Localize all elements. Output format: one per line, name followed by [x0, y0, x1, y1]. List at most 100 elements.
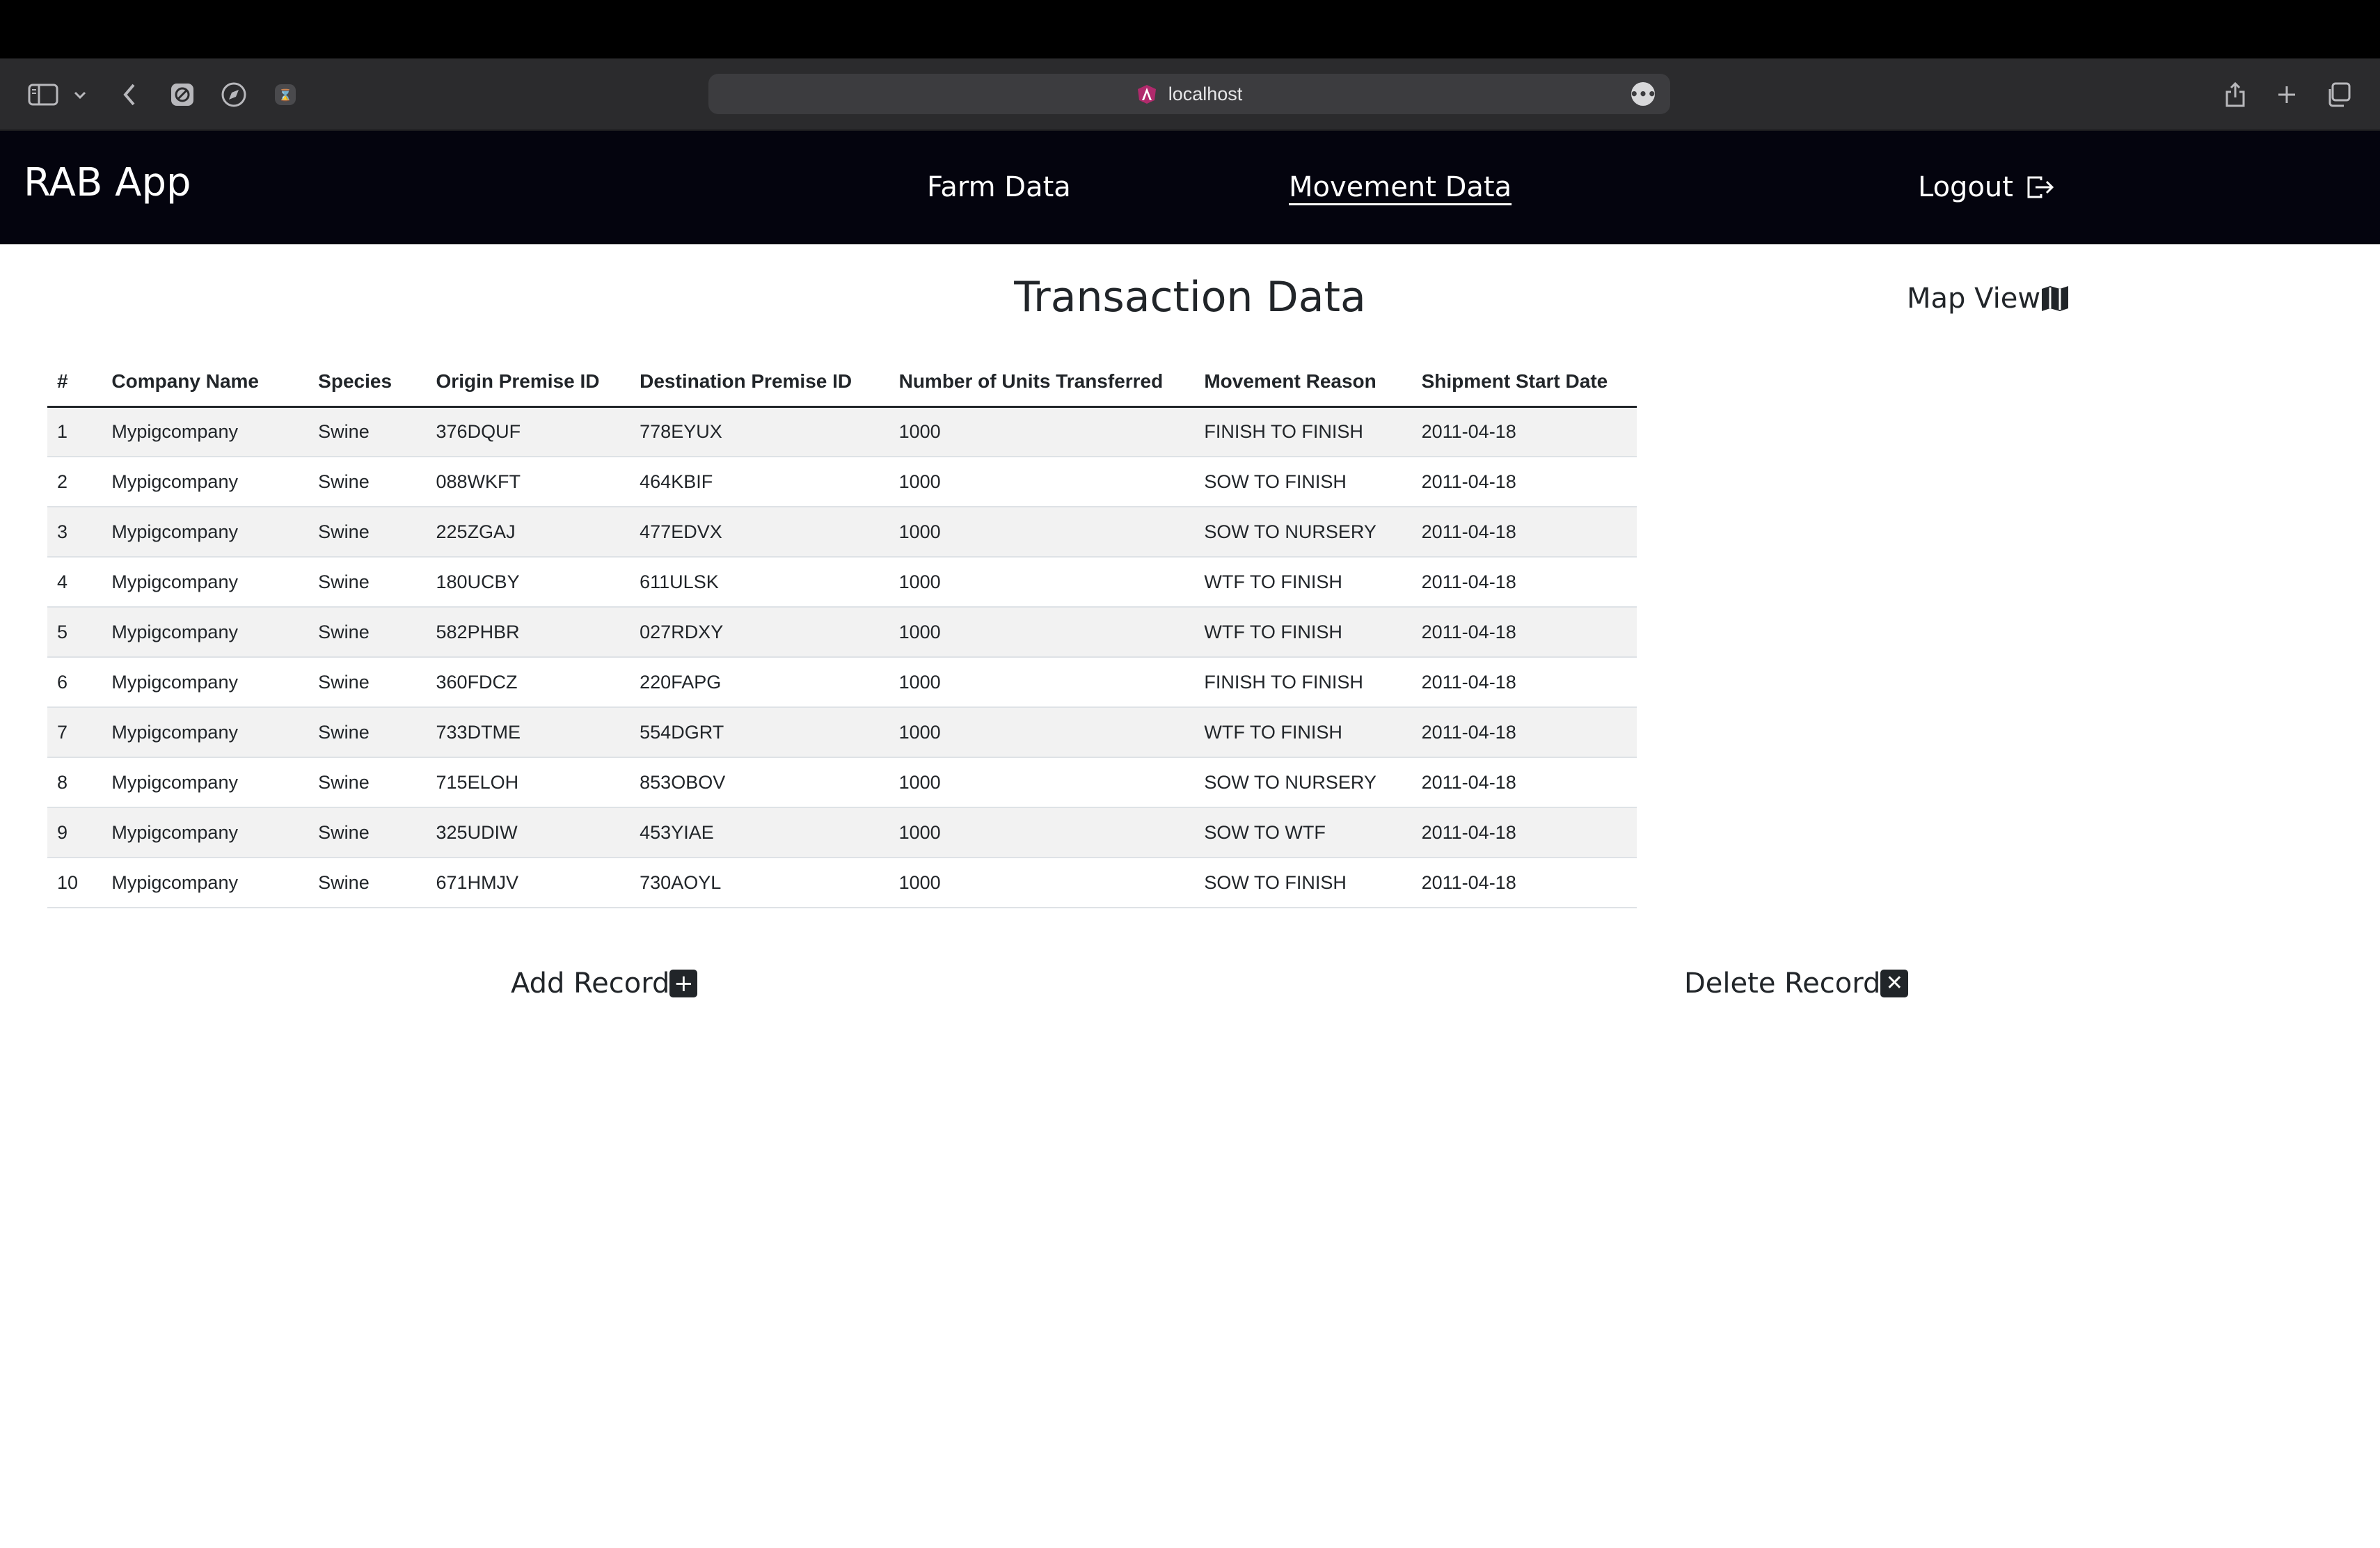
svg-text:⌛: ⌛ — [278, 88, 292, 102]
cell-origin: 325UDIW — [426, 807, 630, 858]
col-header-origin[interactable]: Origin Premise ID — [426, 358, 630, 408]
map-icon — [2042, 286, 2069, 311]
cell-origin: 376DQUF — [426, 406, 630, 457]
cell-company: Mypigcompany — [102, 457, 309, 507]
chevron-left-icon[interactable] — [116, 78, 143, 111]
cell-index: 4 — [47, 557, 102, 608]
cell-species: Swine — [308, 406, 427, 457]
cell-reason: SOW TO WTF — [1194, 807, 1412, 858]
brand-logo[interactable]: RAB App — [24, 160, 191, 205]
cell-reason: WTF TO FINISH — [1194, 707, 1412, 758]
cell-units: 1000 — [889, 858, 1195, 908]
add-record-button[interactable]: Add Record + — [511, 968, 698, 1000]
cell-date: 2011-04-18 — [1411, 657, 1637, 708]
cell-species: Swine — [308, 807, 427, 858]
browser-toolbar: ⌛ localhost ••• — [0, 58, 2380, 131]
cell-origin: 582PHBR — [426, 607, 630, 658]
extension-icon[interactable] — [167, 78, 198, 111]
col-header-units[interactable]: Number of Units Transferred — [889, 358, 1195, 408]
chevron-down-icon[interactable] — [70, 78, 90, 111]
cell-destination: 853OBOV — [630, 757, 889, 808]
cell-units: 1000 — [889, 657, 1195, 708]
cell-index: 7 — [47, 707, 102, 758]
address-bar[interactable]: localhost ••• — [708, 74, 1670, 114]
tab-overview-icon[interactable] — [2323, 78, 2354, 111]
table-row[interactable]: 10 Mypigcompany Swine 671HMJV 730AOYL 1000 SOW… — [47, 858, 1637, 908]
col-header-company[interactable]: Company Name — [102, 358, 309, 408]
cell-date: 2011-04-18 — [1411, 507, 1637, 558]
cell-index: 5 — [47, 607, 102, 658]
delete-record-label: Delete Record — [1684, 968, 1881, 1000]
sidebar-icon[interactable] — [25, 78, 61, 111]
cell-units: 1000 — [889, 707, 1195, 758]
cell-company: Mypigcompany — [102, 858, 309, 908]
cell-index: 2 — [47, 457, 102, 507]
cell-reason: SOW TO NURSERY — [1194, 757, 1412, 808]
cell-index: 8 — [47, 757, 102, 808]
map-view-label: Map View — [1907, 283, 2041, 315]
nav-logout[interactable]: Logout — [1918, 171, 2055, 203]
cell-date: 2011-04-18 — [1411, 757, 1637, 808]
delete-record-button[interactable]: Delete Record ✕ — [1684, 968, 1909, 1000]
site-favicon-icon — [1137, 85, 1156, 104]
cell-index: 9 — [47, 807, 102, 858]
cell-date: 2011-04-18 — [1411, 457, 1637, 507]
cell-company: Mypigcompany — [102, 557, 309, 608]
cell-species: Swine — [308, 858, 427, 908]
cell-index: 6 — [47, 657, 102, 708]
cell-destination: 464KBIF — [630, 457, 889, 507]
cell-destination: 611ULSK — [630, 557, 889, 608]
more-options-icon[interactable]: ••• — [1630, 82, 1656, 106]
cell-date: 2011-04-18 — [1411, 858, 1637, 908]
cell-date: 2011-04-18 — [1411, 807, 1637, 858]
cell-species: Swine — [308, 507, 427, 558]
extension-badge-icon[interactable]: ⌛ — [270, 78, 301, 111]
table-row[interactable]: 8 Mypigcompany Swine 715ELOH 853OBOV 1000 SOW … — [47, 757, 1637, 808]
cell-origin: 733DTME — [426, 707, 630, 758]
cell-reason: WTF TO FINISH — [1194, 557, 1412, 608]
cell-date: 2011-04-18 — [1411, 707, 1637, 758]
table-row[interactable]: 4 Mypigcompany Swine 180UCBY 611ULSK 1000 WTF … — [47, 557, 1637, 608]
table-row[interactable]: 3 Mypigcompany Swine 225ZGAJ 477EDVX 1000 SOW … — [47, 507, 1637, 558]
cell-index: 3 — [47, 507, 102, 558]
window-top-bar — [0, 0, 2380, 58]
new-tab-icon[interactable] — [2271, 78, 2302, 111]
transaction-table: # Company Name Species Origin Premise ID… — [47, 358, 1637, 908]
nav-farm-data[interactable]: Farm Data — [927, 171, 1071, 203]
col-header-index[interactable]: # — [47, 358, 102, 408]
cell-species: Swine — [308, 607, 427, 658]
cell-company: Mypigcompany — [102, 507, 309, 558]
cell-destination: 220FAPG — [630, 657, 889, 708]
nav-movement-data[interactable]: Movement Data — [1289, 171, 1512, 203]
cell-species: Swine — [308, 707, 427, 758]
cell-reason: SOW TO NURSERY — [1194, 507, 1412, 558]
cell-date: 2011-04-18 — [1411, 557, 1637, 608]
cell-reason: FINISH TO FINISH — [1194, 406, 1412, 457]
col-header-species[interactable]: Species — [308, 358, 427, 408]
cell-origin: 715ELOH — [426, 757, 630, 808]
cell-units: 1000 — [889, 457, 1195, 507]
table-row[interactable]: 2 Mypigcompany Swine 088WKFT 464KBIF 1000 SOW … — [47, 457, 1637, 507]
map-view-button[interactable]: Map View — [1907, 283, 2070, 315]
table-row[interactable]: 1 Mypigcompany Swine 376DQUF 778EYUX 1000 FINI… — [47, 406, 1637, 457]
cell-origin: 180UCBY — [426, 557, 630, 608]
table-row[interactable]: 9 Mypigcompany Swine 325UDIW 453YIAE 1000 SOW … — [47, 807, 1637, 858]
col-header-destination[interactable]: Destination Premise ID — [630, 358, 889, 408]
share-icon[interactable] — [2220, 78, 2251, 111]
cell-company: Mypigcompany — [102, 757, 309, 808]
cell-units: 1000 — [889, 406, 1195, 457]
cell-company: Mypigcompany — [102, 607, 309, 658]
cell-reason: SOW TO FINISH — [1194, 858, 1412, 908]
cell-date: 2011-04-18 — [1411, 607, 1637, 658]
cell-units: 1000 — [889, 757, 1195, 808]
cell-destination: 778EYUX — [630, 406, 889, 457]
cell-destination: 477EDVX — [630, 507, 889, 558]
cell-destination: 027RDXY — [630, 607, 889, 658]
table-row[interactable]: 6 Mypigcompany Swine 360FDCZ 220FAPG 1000 FINI… — [47, 657, 1637, 708]
col-header-date[interactable]: Shipment Start Date — [1411, 358, 1637, 408]
table-row[interactable]: 7 Mypigcompany Swine 733DTME 554DGRT 1000 WTF … — [47, 707, 1637, 758]
col-header-reason[interactable]: Movement Reason — [1194, 358, 1412, 408]
table-row[interactable]: 5 Mypigcompany Swine 582PHBR 027RDXY 1000 WTF … — [47, 607, 1637, 658]
compass-icon[interactable] — [219, 78, 249, 111]
cell-units: 1000 — [889, 607, 1195, 658]
